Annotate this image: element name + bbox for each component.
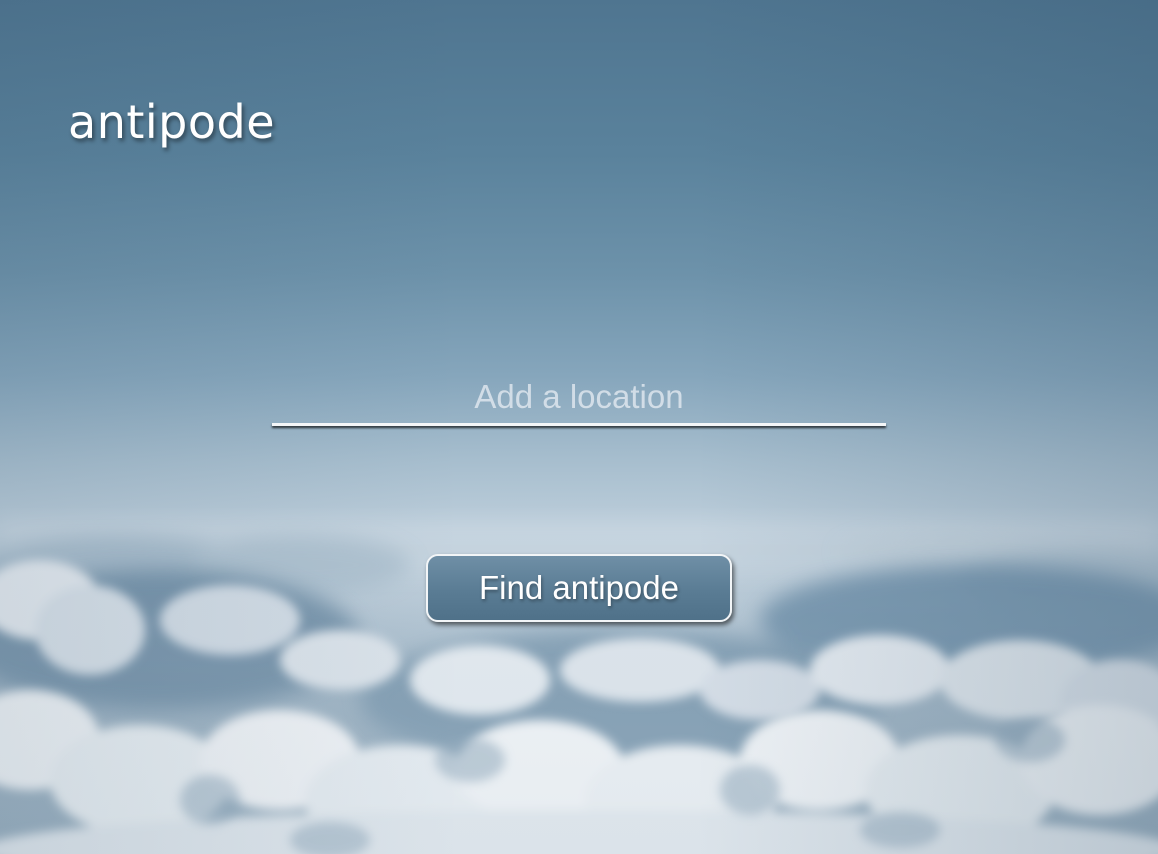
location-field bbox=[272, 372, 886, 430]
app-title: antipode bbox=[68, 95, 276, 149]
location-input[interactable] bbox=[272, 372, 886, 422]
app-screen: antipode Find antipode bbox=[0, 0, 1158, 854]
find-antipode-button[interactable]: Find antipode bbox=[426, 554, 732, 622]
location-underline bbox=[272, 423, 886, 426]
